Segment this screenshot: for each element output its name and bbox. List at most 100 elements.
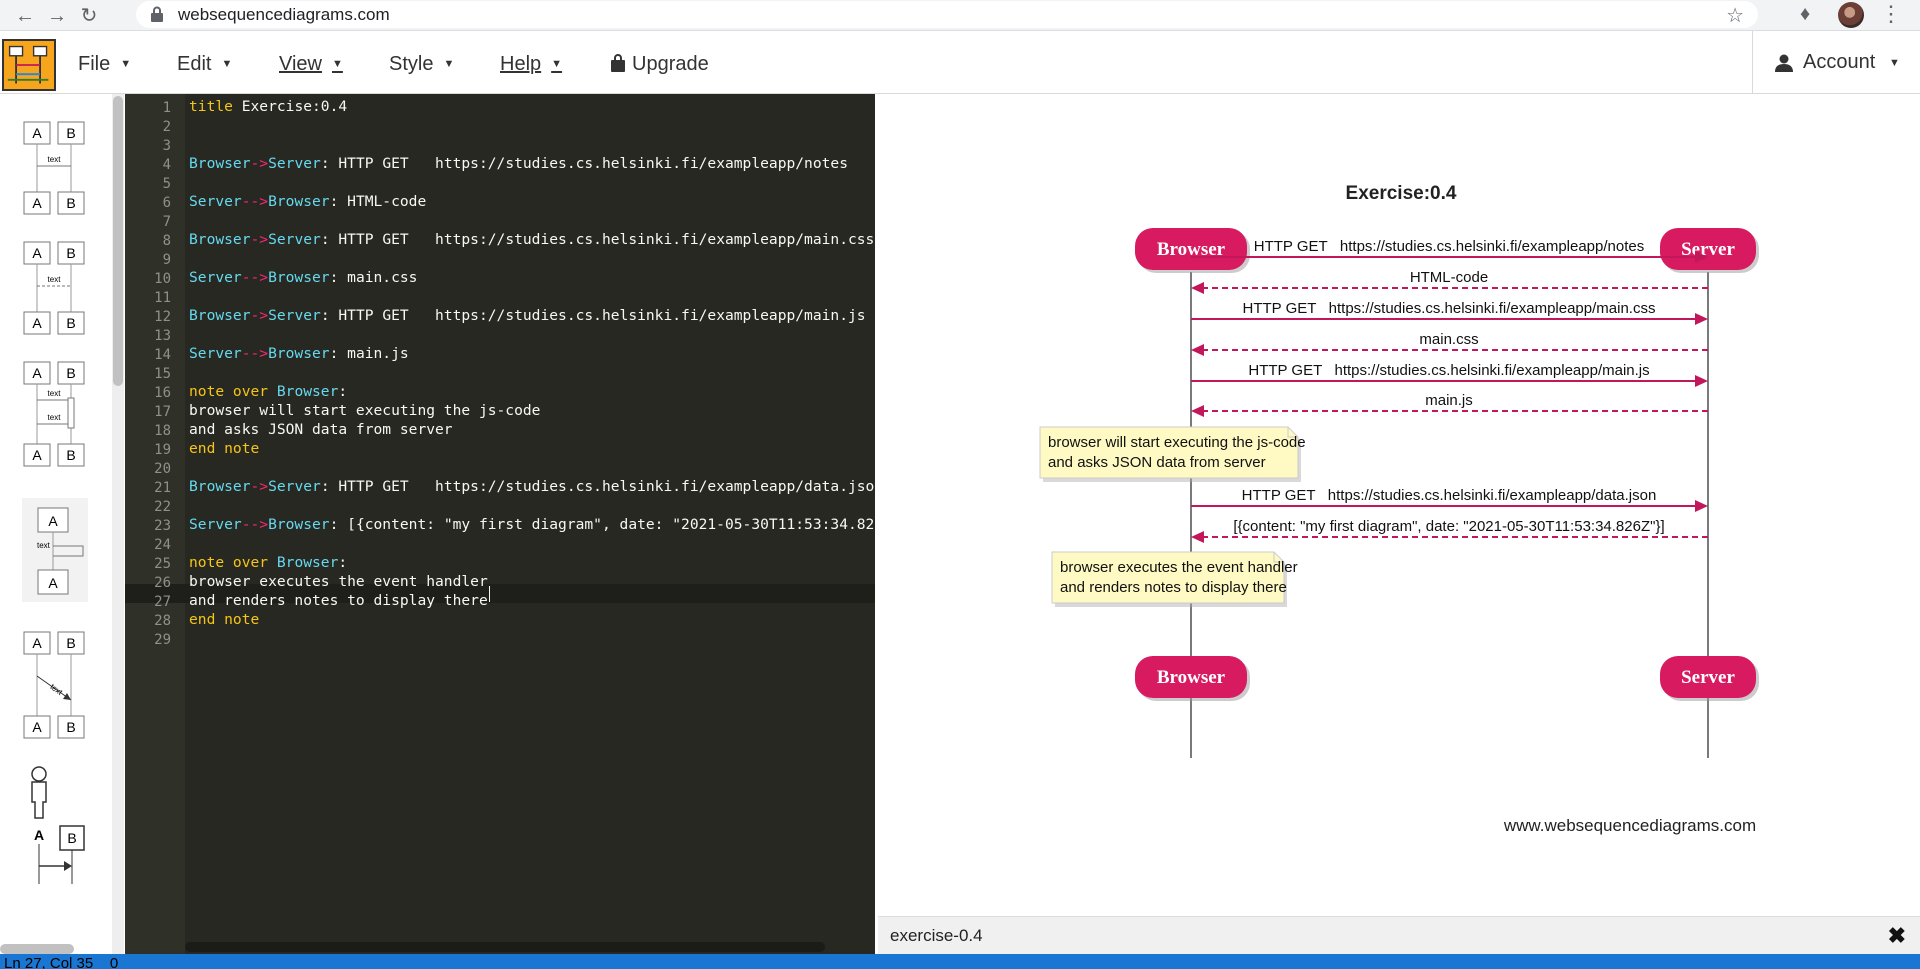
message-arrow: main.css — [1191, 331, 1708, 356]
message-arrow: HTTP GET https://studies.cs.helsinki.fi/… — [1191, 238, 1708, 263]
line-number: 3 — [162, 138, 171, 154]
message-label: [{content: "my first diagram", date: "20… — [1233, 518, 1664, 535]
chevron-down-icon: ▼ — [332, 58, 343, 70]
line-number: 23 — [154, 518, 171, 534]
line-number: 18 — [154, 423, 171, 439]
chevron-down-icon: ▼ — [1889, 57, 1900, 69]
participant-label: Browser — [1157, 667, 1226, 688]
shopping-bag-icon — [611, 54, 625, 72]
template-dashed-message[interactable]: A B text A B — [22, 240, 102, 336]
svg-text:A: A — [32, 635, 42, 651]
message-arrow: HTML-code — [1191, 269, 1708, 294]
menu-view[interactable]: View ▼ — [279, 53, 343, 76]
svg-text:A: A — [34, 827, 44, 843]
svg-text:B: B — [66, 125, 75, 141]
template-actor[interactable]: A B — [22, 764, 102, 884]
svg-text:text: text — [48, 413, 62, 422]
svg-text:A: A — [32, 195, 42, 211]
browser-menu-icon[interactable]: ⋮ — [1880, 1, 1902, 27]
diagram-title: Exercise:0.4 — [1346, 183, 1457, 204]
palette-scrollbar[interactable] — [113, 96, 123, 386]
line-number: 8 — [162, 233, 171, 249]
svg-text:A: A — [32, 365, 42, 381]
filename-bar: exercise-0.4 ✖ — [878, 916, 1920, 954]
code-line-17: browser will start executing the js-code — [189, 402, 541, 419]
reload-icon[interactable]: ↻ — [76, 3, 102, 29]
svg-text:text: text — [48, 389, 62, 398]
account-label: Account — [1803, 51, 1876, 73]
code-line-6: Server-->Browser: HTML-code — [189, 193, 427, 210]
line-number: 14 — [154, 347, 171, 363]
line-number: 22 — [154, 499, 171, 515]
template-delayed-message[interactable]: A B text A B — [22, 630, 102, 742]
note: browser will start executing the js-code… — [1039, 426, 1306, 482]
svg-text:text: text — [48, 155, 62, 164]
svg-text:A: A — [48, 513, 58, 529]
line-number: 15 — [154, 366, 171, 382]
line-number: 29 — [154, 632, 171, 648]
message-arrow: HTTP GET https://studies.cs.helsinki.fi/… — [1191, 300, 1708, 325]
menu-upgrade[interactable]: Upgrade — [610, 53, 709, 76]
note-text: browser will start executing the js-code — [1048, 434, 1306, 451]
line-number: 4 — [162, 157, 171, 173]
extensions-icon[interactable]: ♦ — [1800, 3, 1810, 26]
note-text: and asks JSON data from server — [1048, 454, 1266, 471]
line-number: 2 — [162, 119, 171, 135]
line-number: 19 — [154, 442, 171, 458]
editor-horizontal-scrollbar[interactable] — [185, 942, 825, 952]
template-palette: A B text A B A B text A B A B text text … — [0, 94, 125, 961]
menu-file[interactable]: File ▼ — [78, 53, 131, 76]
svg-text:A: A — [32, 719, 42, 735]
code-line-10: Server-->Browser: main.css — [189, 269, 418, 286]
menu-edit[interactable]: Edit ▼ — [177, 53, 232, 76]
participant-server: Server — [1660, 656, 1759, 701]
svg-text:A: A — [32, 125, 42, 141]
message-label: HTML-code — [1410, 269, 1488, 286]
message-arrow: HTTP GET https://studies.cs.helsinki.fi/… — [1191, 362, 1708, 387]
close-icon[interactable]: ✖ — [1888, 923, 1906, 949]
menu-edit-label: Edit — [177, 53, 212, 75]
line-number: 16 — [154, 385, 171, 401]
template-simple-message[interactable]: A B text A B — [22, 120, 102, 216]
line-number: 7 — [162, 214, 171, 230]
menu-style[interactable]: Style ▼ — [389, 53, 454, 76]
svg-text:B: B — [66, 447, 75, 463]
address-bar[interactable]: websequencediagrams.com ☆ — [136, 1, 1758, 28]
code-line-12: Browser->Server: HTTP GET https://studie… — [189, 307, 866, 324]
chevron-down-icon: ▼ — [221, 58, 233, 70]
profile-avatar[interactable] — [1838, 2, 1864, 28]
app-logo[interactable] — [2, 39, 56, 91]
back-icon[interactable]: ← — [12, 3, 38, 29]
note: browser executes the event handler and re… — [1051, 551, 1298, 607]
menu-help[interactable]: Help ▼ — [500, 53, 562, 76]
filename[interactable]: exercise-0.4 — [890, 926, 983, 946]
menu-file-label: File — [78, 53, 111, 75]
account-menu[interactable]: Account ▼ — [1752, 31, 1920, 94]
bookmark-star-icon[interactable]: ☆ — [1726, 3, 1744, 28]
svg-text:A: A — [32, 447, 42, 463]
line-number: 11 — [154, 290, 171, 306]
message-arrow: main.js — [1191, 392, 1708, 417]
watermark: www.websequencediagrams.com — [1503, 816, 1756, 835]
line-number: 5 — [162, 176, 171, 192]
svg-text:B: B — [66, 719, 75, 735]
menu-help-label: Help — [500, 53, 542, 75]
line-number: 20 — [154, 461, 171, 477]
url-text[interactable]: websequencediagrams.com — [178, 5, 390, 25]
code-line-25: note over Browser: — [189, 554, 348, 571]
message-label: HTTP GET https://studies.cs.helsinki.fi/… — [1243, 300, 1656, 317]
svg-text:A: A — [48, 575, 58, 591]
template-activation[interactable]: A B text text A B — [22, 360, 102, 470]
code-line-4: Browser->Server: HTTP GET https://studie… — [189, 155, 848, 172]
code-line-1: title Exercise:0.4 — [189, 98, 348, 115]
line-number: 28 — [154, 613, 171, 629]
code-editor[interactable]: 1 2 3 4 5 6 7 8 9 10 11 12 13 14 15 16 17 18 19 20 21 22 23 24 2… — [125, 94, 875, 961]
message-arrow: HTTP GET https://studies.cs.helsinki.fi/… — [1191, 487, 1708, 512]
status-text: Ln 27, Col 35 0 — [4, 955, 119, 969]
svg-text:B: B — [66, 195, 75, 211]
svg-text:B: B — [66, 635, 75, 651]
forward-icon[interactable]: → — [44, 3, 70, 29]
template-self-message[interactable]: A text A — [22, 498, 102, 602]
code-line-14: Server-->Browser: main.js — [189, 345, 409, 362]
palette-horizontal-scrollbar[interactable] — [0, 944, 74, 954]
